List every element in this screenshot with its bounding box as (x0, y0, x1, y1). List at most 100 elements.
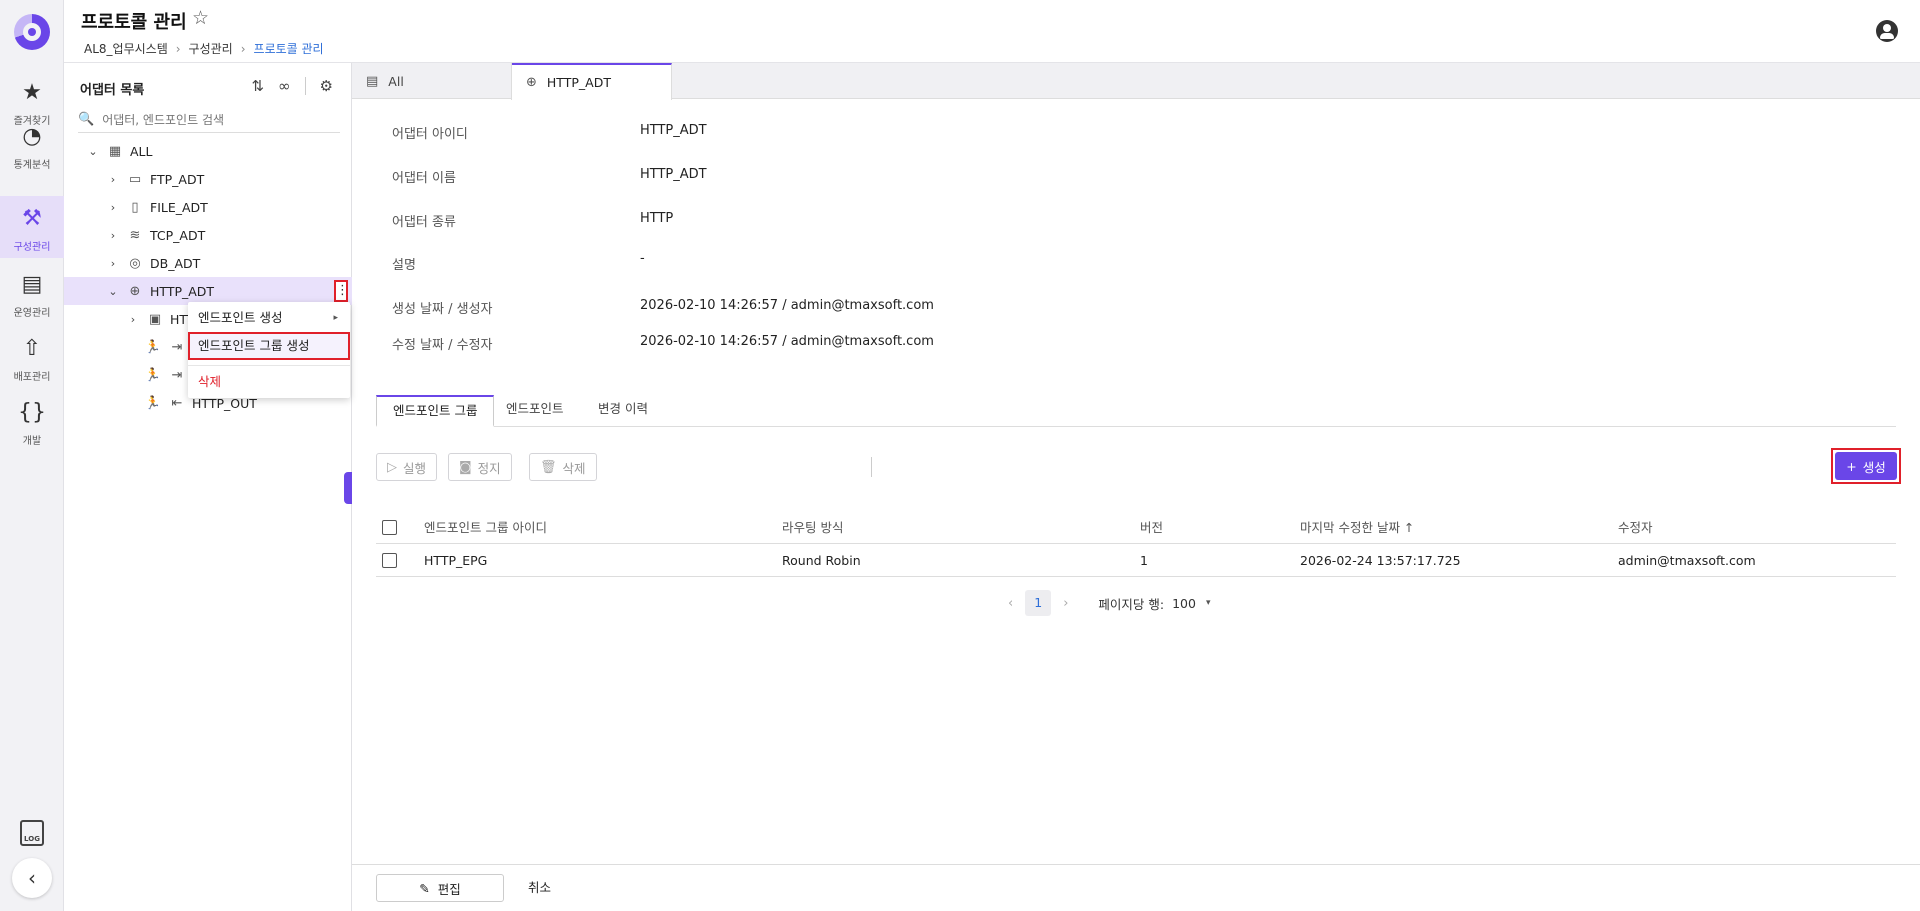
play-icon: ▷ (387, 459, 397, 475)
pencil-icon: ✎ (419, 880, 430, 896)
delete-button[interactable]: 🗑 삭제 (529, 453, 597, 481)
select-all-checkbox[interactable] (382, 520, 397, 535)
chevron-right-icon[interactable]: › (126, 313, 140, 326)
nav-development[interactable]: {} 개발 (0, 390, 64, 452)
tab-change-history[interactable]: 변경 이력 (582, 395, 664, 427)
endpoint-out-icon: ⇤ (171, 395, 183, 411)
submenu-arrow-icon: ▸ (333, 313, 338, 323)
tree-node-tcp[interactable]: › ≋ TCP_ADT (64, 221, 352, 249)
tree-node-all[interactable]: ⌄ ▦ ALL (64, 137, 352, 165)
nav-deployment[interactable]: ⇧ 배포관리 (0, 326, 64, 388)
tree-expand-icon[interactable]: ⇅ (251, 77, 264, 95)
form-footer: ✎ 편집 취소 (352, 864, 1920, 911)
plus-icon: + (1846, 458, 1857, 474)
tree-node-label: DB_ADT (150, 255, 201, 271)
nav-label: 개발 (22, 436, 42, 447)
chevron-right-icon[interactable]: › (106, 257, 120, 270)
column-header[interactable]: 라우팅 방식 (782, 511, 843, 544)
app-logo[interactable] (14, 14, 50, 50)
chevron-right-icon[interactable]: › (106, 173, 120, 186)
table-row[interactable]: HTTP_EPG Round Robin 1 2026-02-24 13:57:… (376, 544, 1896, 577)
database-icon: ◎ (129, 255, 141, 271)
running-icon: 🏃 (144, 367, 162, 383)
create-button[interactable]: + 생성 (1835, 452, 1897, 480)
panel-resize-handle[interactable] (344, 472, 352, 504)
chevron-right-icon[interactable]: › (106, 201, 120, 214)
more-options-icon[interactable]: ⋮ (334, 280, 349, 302)
column-header[interactable]: 버전 (1140, 511, 1163, 544)
tab-endpoint[interactable]: 엔드포인트 (490, 395, 580, 427)
detail-tabs: 엔드포인트 그룹 엔드포인트 변경 이력 (376, 395, 1896, 427)
chevron-down-icon[interactable]: ⌄ (86, 145, 100, 158)
adapter-type-value: HTTP (640, 211, 674, 226)
rows-per-page-value: 100 (1172, 595, 1196, 611)
tcp-icon: ≋ (129, 227, 141, 243)
nav-label: 운영관리 (13, 308, 51, 319)
tree-link-icon[interactable]: ∞ (278, 77, 291, 95)
tree-node-file[interactable]: › ▯ FILE_ADT (64, 193, 352, 221)
info-label: 설명 (392, 258, 416, 273)
tab-label: All (388, 74, 404, 89)
row-checkbox[interactable] (382, 553, 397, 568)
info-label: 어댑터 종류 (392, 215, 456, 230)
search-icon: 🔍 (78, 112, 95, 127)
menu-create-endpoint-group[interactable]: 엔드포인트 그룹 생성 (188, 332, 350, 360)
description-value: - (640, 251, 645, 266)
tree-node-ftp[interactable]: › ▭ FTP_ADT (64, 165, 352, 193)
adapter-tree-panel: 어댑터 목록 ⇅ ∞ ⚙ 🔍 ⌄ ▦ ALL › ▭ FTP_ADT › ▯ F… (64, 63, 352, 911)
rows-per-page-label: 페이지당 행: (1098, 596, 1165, 612)
next-page-icon[interactable]: › (1063, 596, 1068, 611)
rocket-icon: ⇧ (22, 336, 42, 361)
nav-configuration[interactable]: ⚒ 구성관리 (0, 196, 64, 258)
column-header[interactable]: 엔드포인트 그룹 아이디 (424, 511, 547, 544)
stop-button[interactable]: ◙ 정지 (448, 453, 512, 481)
tab-http-adt[interactable]: ⊕ HTTP_ADT (512, 63, 672, 100)
tree-search-input[interactable] (102, 112, 323, 127)
column-header-sorted[interactable]: 마지막 수정한 날짜 ↑ (1300, 511, 1414, 544)
rows-per-page-select[interactable]: 100 ▾ (1172, 596, 1210, 611)
run-button[interactable]: ▷ 실행 (376, 453, 438, 481)
table-cell: 1 (1140, 553, 1148, 568)
table-cell: HTTP_EPG (424, 553, 488, 568)
edit-button[interactable]: ✎ 편집 (376, 874, 504, 902)
file-icon: ▯ (131, 199, 139, 215)
tree-node-db[interactable]: › ◎ DB_ADT (64, 249, 352, 277)
settings-gear-icon[interactable]: ⚙ (320, 77, 333, 95)
menu-item-label: 엔드포인트 생성 (198, 310, 283, 325)
chevron-down-icon[interactable]: ⌄ (106, 285, 120, 298)
panel-title: 어댑터 목록 (80, 83, 145, 98)
log-icon[interactable]: LOG (20, 820, 44, 846)
stop-icon: ◙ (459, 459, 472, 475)
nav-statistics[interactable]: ◔ 통계분석 (0, 114, 64, 176)
adapter-name-value: HTTP_ADT (640, 167, 707, 182)
tree-node-http[interactable]: ⌄ ⊕ HTTP_ADT ⋮ (64, 277, 352, 305)
tree-toolbar: ⇅ ∞ ⚙ (251, 77, 333, 95)
chevron-right-icon[interactable]: › (106, 229, 120, 242)
table-cell: Round Robin (782, 553, 861, 568)
tab-endpoint-group[interactable]: 엔드포인트 그룹 (376, 395, 495, 427)
endpoint-in-icon: ⇥ (171, 339, 183, 355)
menu-delete[interactable]: 삭제 (188, 368, 350, 396)
tab-all[interactable]: ▤ All (352, 63, 512, 100)
user-avatar-icon[interactable] (1876, 20, 1898, 42)
cancel-button[interactable]: 취소 (528, 874, 551, 902)
tab-label: HTTP_ADT (546, 75, 611, 90)
running-icon: 🏃 (144, 395, 162, 411)
favorite-star-icon[interactable]: ☆ (192, 7, 209, 29)
breadcrumb-current[interactable]: 프로토콜 관리 (254, 40, 324, 57)
tree-node-label: FILE_ADT (150, 199, 208, 215)
code-icon: {} (18, 400, 46, 425)
trash-icon: 🗑 (540, 459, 557, 475)
prev-page-icon[interactable]: ‹ (1008, 596, 1013, 611)
table-cell: admin@tmaxsoft.com (1618, 553, 1756, 568)
table-header: 엔드포인트 그룹 아이디 라우팅 방식 버전 마지막 수정한 날짜 ↑ 수정자 (376, 511, 1896, 544)
info-label: 어댑터 아이디 (392, 127, 468, 142)
menu-create-endpoint[interactable]: 엔드포인트 생성 ▸ (188, 304, 350, 332)
nav-operation[interactable]: ▤ 운영관리 (0, 262, 64, 324)
column-header[interactable]: 수정자 (1618, 511, 1653, 544)
page-number[interactable]: 1 (1025, 590, 1052, 616)
breadcrumb-separator-icon: › (175, 41, 181, 56)
breadcrumb-item[interactable]: AL8_업무시스템 (84, 40, 168, 57)
breadcrumb-item[interactable]: 구성관리 (189, 40, 233, 57)
collapse-nav-button[interactable]: ‹ (12, 858, 52, 898)
